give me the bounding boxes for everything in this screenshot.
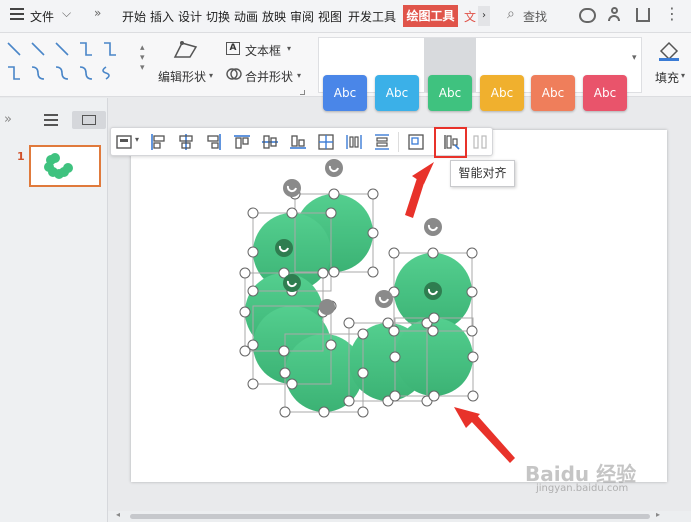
- distribute-horizontal-icon[interactable]: [345, 133, 363, 151]
- smart-align-tooltip: 智能对齐: [450, 160, 515, 187]
- align-middle-icon[interactable]: [261, 133, 279, 151]
- floating-align-toolbar: ▾: [110, 127, 493, 158]
- disabled-distribute-icon: [473, 135, 487, 149]
- horizontal-scrollbar[interactable]: ◂ ▸: [108, 510, 691, 522]
- align-bottom-icon[interactable]: [289, 133, 307, 151]
- distribute-vertical-icon[interactable]: [373, 133, 391, 151]
- distribute-grid-icon[interactable]: [317, 133, 335, 151]
- align-left-icon[interactable]: [149, 133, 167, 151]
- toolbar-divider: [398, 132, 399, 152]
- selected-circles-group[interactable]: [0, 0, 691, 522]
- align-options-dropdown-icon[interactable]: ▾: [135, 135, 139, 144]
- align-center-icon[interactable]: [177, 133, 195, 151]
- scroll-right-icon[interactable]: ▸: [656, 510, 660, 519]
- align-options-icon[interactable]: [115, 133, 133, 151]
- smart-align-icon[interactable]: [443, 133, 461, 151]
- group-objects-icon[interactable]: [407, 133, 425, 151]
- align-right-icon[interactable]: [205, 133, 223, 151]
- scrollbar-thumb[interactable]: [130, 514, 650, 519]
- watermark-url: jingyan.baidu.com: [536, 483, 629, 494]
- scroll-left-icon[interactable]: ◂: [116, 510, 120, 519]
- align-top-icon[interactable]: [233, 133, 251, 151]
